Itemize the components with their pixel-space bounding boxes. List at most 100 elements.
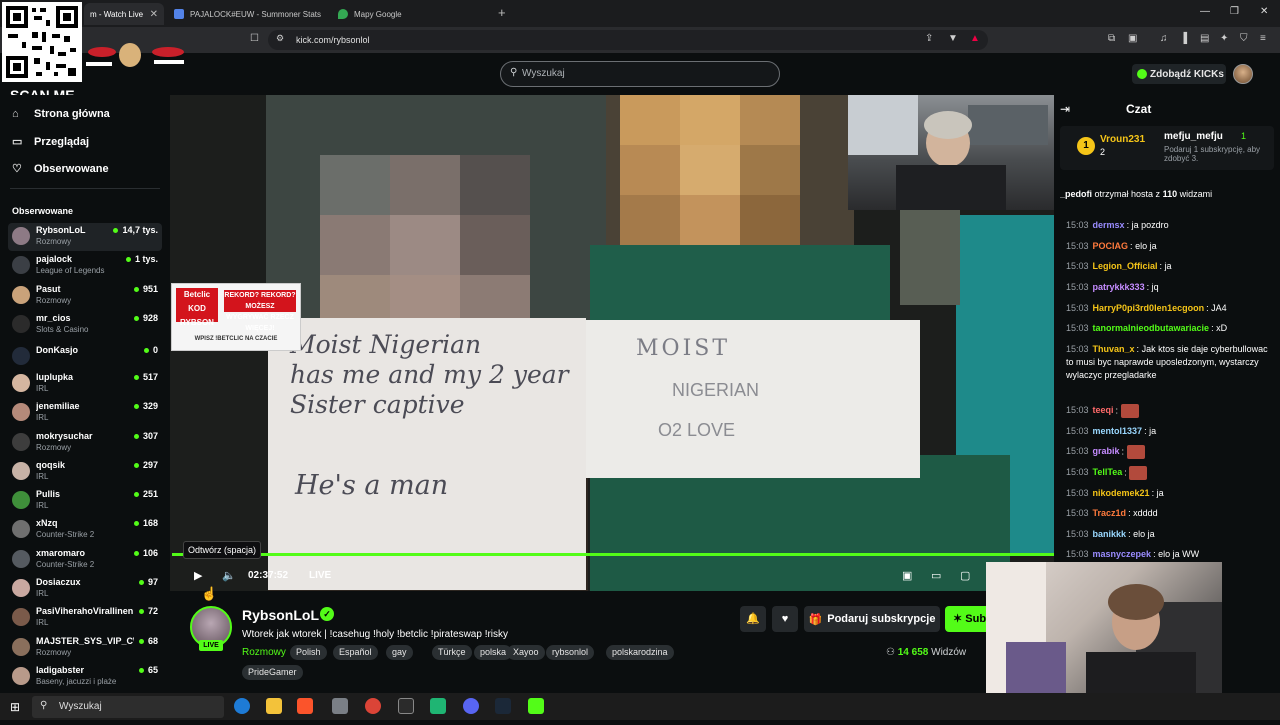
stream-tag[interactable]: gay	[386, 645, 413, 660]
stream-tag[interactable]: polskarodzina	[606, 645, 674, 660]
wallet-icon[interactable]: ▤	[1200, 33, 1209, 44]
minimize-icon[interactable]: —	[1200, 6, 1210, 17]
bookmark-icon[interactable]: ☐	[250, 33, 259, 44]
followed-channel[interactable]: DonKasjo 0	[8, 343, 162, 371]
user-avatar[interactable]	[1233, 64, 1253, 84]
stream-category[interactable]: Rozmowy	[242, 647, 286, 658]
kick-icon[interactable]	[528, 698, 544, 714]
nav-following[interactable]: ♡ Obserwowane	[12, 162, 109, 176]
leo-icon[interactable]: ✦	[1220, 33, 1228, 44]
followed-channel[interactable]: qoqsik IRL 297	[8, 458, 162, 486]
followed-channel[interactable]: xmaromaro Counter-Strike 2 106	[8, 546, 162, 574]
channel-viewers: 928	[134, 313, 158, 323]
message-username[interactable]: Legion_Official	[1093, 261, 1158, 271]
betclic-ad[interactable]: Betclic KOD RYBSON REKORD? REKORD? MOŻES…	[171, 283, 301, 351]
channel-name: PasiViherahoVirallinen	[36, 606, 134, 616]
windows-start-icon[interactable]: ⊞	[10, 700, 20, 714]
followed-channel[interactable]: mr_cios Slots & Casino 928	[8, 311, 162, 339]
extensions-icon[interactable]: ⧉	[1108, 33, 1115, 44]
brave-icon[interactable]	[297, 698, 313, 714]
tab-google-maps[interactable]: Mapy Google	[332, 3, 492, 25]
followed-channel[interactable]: mokrysuchar Rozmowy 307	[8, 429, 162, 457]
site-info-icon[interactable]: ⚙	[276, 33, 284, 44]
channel-name: ladigabster	[36, 665, 85, 675]
vpn-icon[interactable]: ⛉	[1240, 33, 1248, 44]
screenshot-icon[interactable]: ▣	[1128, 33, 1137, 44]
browser-tab-bar: m - Watch Live ✕ PAJALOCK#EUW - Summoner…	[0, 0, 1280, 27]
message-username[interactable]: grabik	[1093, 446, 1120, 456]
progress-bar[interactable]	[172, 553, 1054, 556]
message-username[interactable]: Tracz1d	[1093, 508, 1127, 518]
nav-home[interactable]: ⌂ Strona główna	[12, 108, 110, 120]
discord-icon[interactable]	[463, 698, 479, 714]
message-username[interactable]: dermsx	[1093, 220, 1125, 230]
message-time: 15:03	[1066, 529, 1089, 539]
chrome-icon[interactable]	[365, 698, 381, 714]
obs-icon[interactable]	[398, 698, 414, 714]
gift-subscription-button[interactable]: 🎁 Podaruj subskrypcje	[804, 606, 940, 632]
followed-channel[interactable]: jenemiliae IRL 329	[8, 399, 162, 427]
brave-rewards-icon[interactable]: ▲	[970, 33, 980, 44]
channel-name[interactable]: RybsonLoL	[242, 607, 319, 623]
stream-tag[interactable]: Polish	[290, 645, 327, 660]
edge-icon[interactable]	[234, 698, 250, 714]
followed-channel[interactable]: MAJSTER_SYS_VIP_CWEL Rozmowy 68	[8, 634, 162, 662]
tab-summoner-stats[interactable]: PAJALOCK#EUW - Summoner Stats	[168, 3, 328, 25]
followed-channel[interactable]: luplupka IRL 517	[8, 370, 162, 398]
message-username[interactable]: POCIAG	[1093, 241, 1129, 251]
followed-channel[interactable]: pajalock League of Legends 1 tys.	[8, 252, 162, 280]
stream-tag[interactable]: Español	[333, 645, 378, 660]
play-icon[interactable]: ▶	[194, 569, 202, 582]
stream-tag[interactable]: PrideGamer	[242, 665, 303, 680]
followed-channel[interactable]: RybsonLoL Rozmowy 14,7 tys.	[8, 223, 162, 251]
stream-tag[interactable]: rybsonlol	[546, 645, 595, 660]
followed-channel[interactable]: PasiViherahoVirallinen IRL 72	[8, 604, 162, 632]
tab-kick[interactable]: m - Watch Live ✕	[84, 3, 164, 25]
store-icon[interactable]	[332, 698, 348, 714]
message-username[interactable]: Thuvan_x	[1093, 344, 1135, 354]
message-username[interactable]: nikodemek21	[1093, 488, 1150, 498]
followed-channel[interactable]: Dosiaczux IRL 97	[8, 575, 162, 603]
restore-icon[interactable]: ❐	[1230, 6, 1239, 17]
new-tab-icon[interactable]: +	[498, 5, 506, 20]
stream-tag[interactable]: Türkçe	[432, 645, 472, 660]
close-window-icon[interactable]: ✕	[1260, 6, 1268, 17]
file-explorer-icon[interactable]	[266, 698, 282, 714]
message-username[interactable]: masnyczepek	[1093, 549, 1152, 559]
channel-category: IRL	[36, 384, 49, 393]
theater-mode-icon[interactable]: ▭	[931, 569, 941, 582]
message-time: 15:03	[1066, 220, 1089, 230]
message-username[interactable]: tanormalnieodbutawariacie	[1093, 323, 1210, 333]
fullscreen-icon[interactable]: ▢	[960, 569, 970, 582]
menu-icon[interactable]: ≡	[1260, 33, 1266, 44]
followed-channel[interactable]: Pullis IRL 251	[8, 487, 162, 515]
brave-shield-icon[interactable]: ▼	[948, 33, 958, 44]
media-icon[interactable]: ♫	[1160, 33, 1168, 44]
app-icon[interactable]	[430, 698, 446, 714]
url-field[interactable]	[268, 30, 988, 50]
collapse-chat-icon[interactable]: ⇥	[1060, 102, 1070, 116]
pip-icon[interactable]: ▣	[902, 569, 912, 582]
follow-heart-icon[interactable]: ♥	[772, 606, 798, 632]
leaderboard-user-1[interactable]: Vroun231	[1100, 134, 1145, 145]
message-username[interactable]: banikkk	[1093, 529, 1127, 539]
followed-channel[interactable]: Pasut Rozmowy 951	[8, 282, 162, 310]
message-username[interactable]: teeqi	[1093, 405, 1114, 415]
message-username[interactable]: TellTea	[1093, 467, 1123, 477]
channel-category: Counter-Strike 2	[36, 530, 95, 539]
volume-icon[interactable]: 🔈	[222, 569, 236, 582]
nav-browse[interactable]: ▭ Przeglądaj	[12, 135, 89, 149]
message-username[interactable]: patrykkk333	[1093, 282, 1145, 292]
steam-icon[interactable]	[495, 698, 511, 714]
notification-bell-icon[interactable]: 🔔	[740, 606, 766, 632]
followed-channel[interactable]: xNzq Counter-Strike 2 168	[8, 516, 162, 544]
close-tab-icon[interactable]: ✕	[150, 9, 158, 20]
host-user[interactable]: _pedofi	[1060, 189, 1092, 199]
sidebar-toggle-icon[interactable]: ▐	[1180, 33, 1187, 44]
followed-channel[interactable]: ladigabster Baseny, jacuzzi i plaże 65	[8, 663, 162, 691]
share-icon[interactable]: ⇪	[925, 33, 933, 44]
stream-tag[interactable]: Xayoo	[507, 645, 545, 660]
leaderboard-user-2[interactable]: mefju_mefju	[1164, 131, 1223, 142]
message-username[interactable]: HarryP0pi3rd0len1ecgoon	[1093, 303, 1205, 313]
message-username[interactable]: mentol1337	[1093, 426, 1143, 436]
